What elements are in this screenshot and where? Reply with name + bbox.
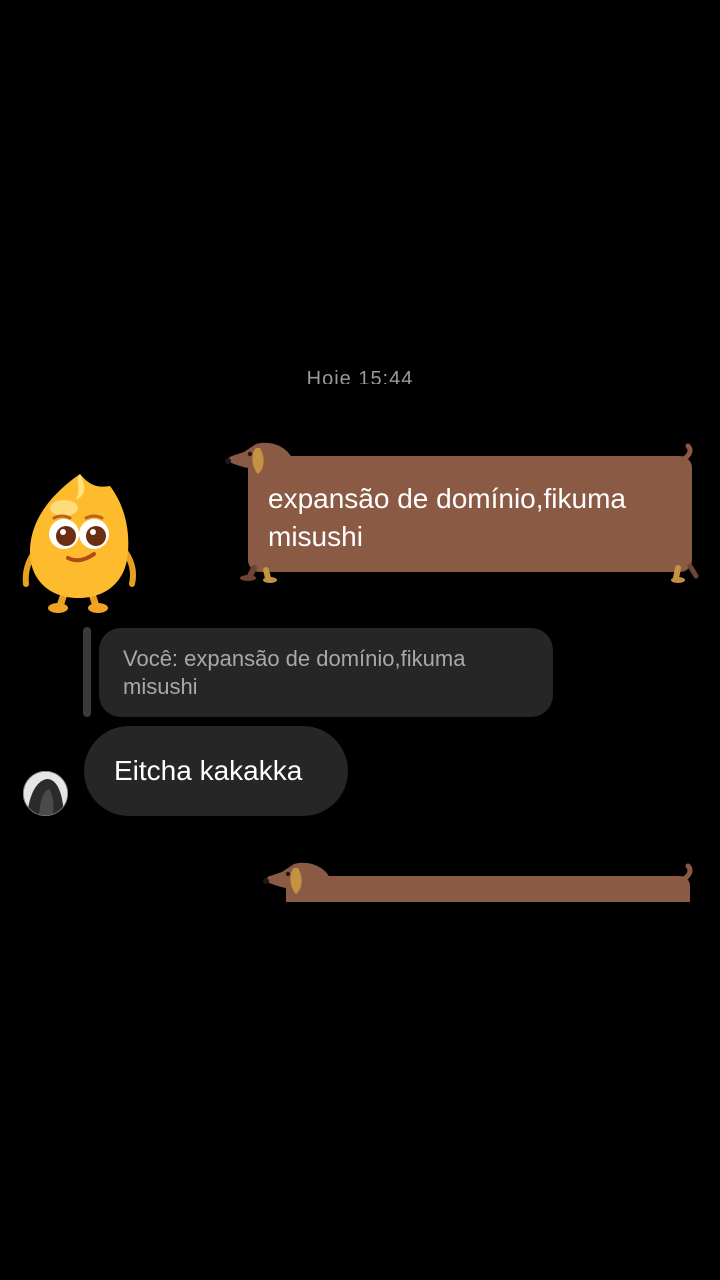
reply-preview-text: Você: expansão de domínio,fikuma misushi (123, 646, 466, 699)
outgoing-message-text: expansão de domínio,fikuma misushi (268, 483, 626, 552)
reply-indicator-bar (83, 627, 91, 717)
message-timestamp: Hoje 15:44 (306, 368, 414, 384)
reply-preview[interactable]: Você: expansão de domínio,fikuma misushi (99, 628, 553, 717)
sticker-message[interactable] (18, 468, 142, 614)
outgoing-message-bubble-partial[interactable] (262, 858, 702, 902)
incoming-message-text: Eitcha kakakka (114, 755, 303, 786)
dachshund-icon (263, 862, 693, 902)
outgoing-message-bubble[interactable]: expansão de domínio,fikuma misushi (222, 438, 700, 588)
flame-mascot-sticker-icon (22, 474, 136, 613)
incoming-message-bubble[interactable]: Eitcha kakakka (84, 726, 348, 816)
profile-photo-icon (23, 771, 68, 816)
timestamp-container: Hoje 15:44 (0, 362, 720, 384)
avatar[interactable] (23, 771, 68, 816)
